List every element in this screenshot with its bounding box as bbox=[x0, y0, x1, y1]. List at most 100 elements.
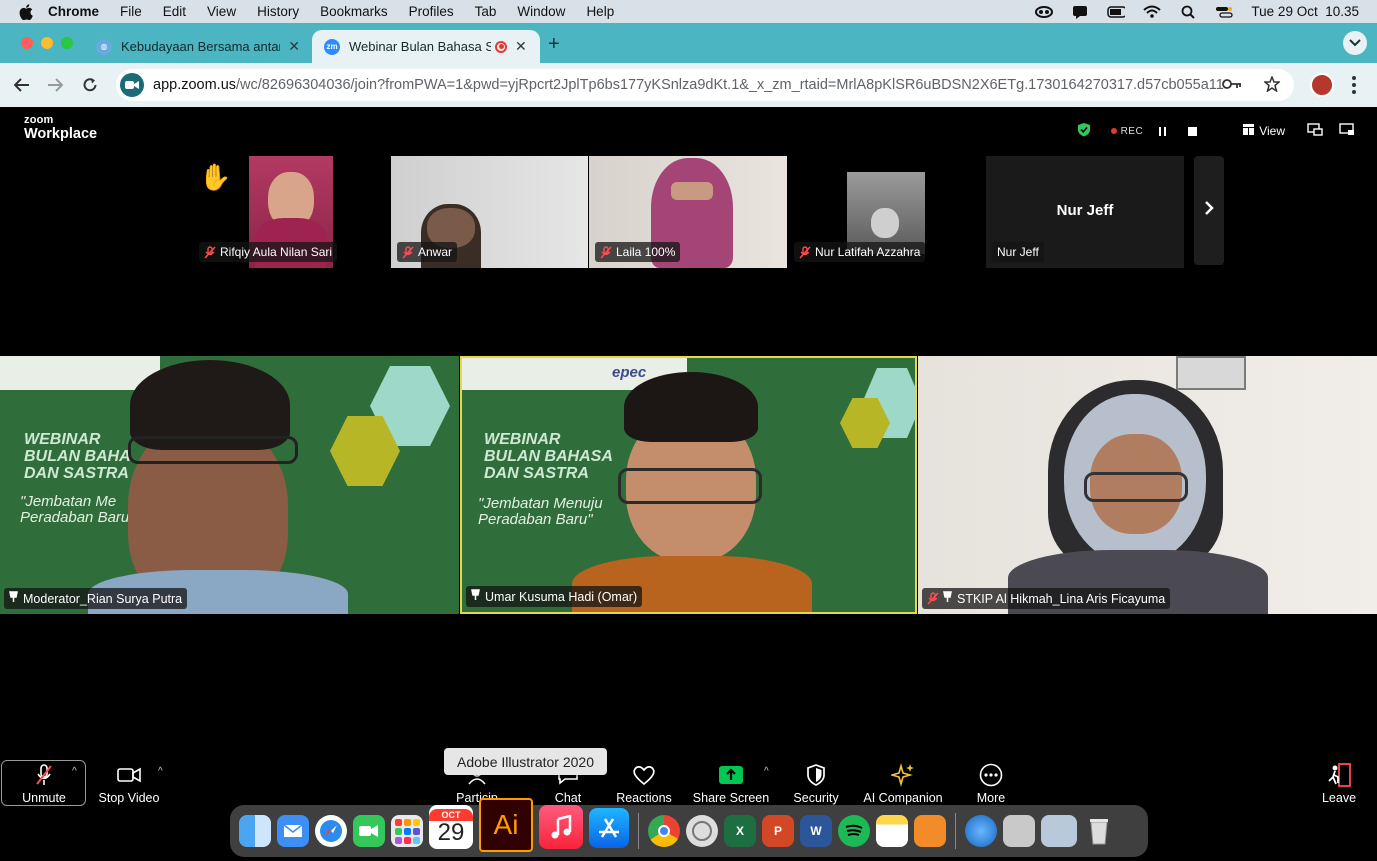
menu-tab[interactable]: Tab bbox=[475, 4, 497, 19]
pdf-app-icon[interactable] bbox=[914, 815, 946, 847]
trash-icon[interactable] bbox=[1083, 815, 1115, 847]
stop-recording-icon[interactable] bbox=[1188, 126, 1198, 136]
launchpad-icon[interactable] bbox=[391, 815, 423, 847]
document-stack-icon[interactable] bbox=[1003, 815, 1035, 847]
video-tile-lina[interactable]: STKIP Al Hikmah_Lina Aris Ficayuma bbox=[918, 356, 1377, 614]
menu-help[interactable]: Help bbox=[586, 4, 614, 19]
spotify-icon[interactable] bbox=[838, 815, 870, 847]
safari-icon[interactable] bbox=[315, 815, 347, 847]
audio-options-caret-icon[interactable]: ^ bbox=[72, 766, 77, 777]
browser-toolbar: app.zoom.us/wc/82696304036/join?fromPWA=… bbox=[0, 63, 1377, 107]
chrome-icon[interactable] bbox=[648, 815, 680, 847]
battery-icon[interactable] bbox=[1107, 5, 1126, 19]
next-page-button[interactable] bbox=[1194, 156, 1224, 265]
adobe-illustrator-icon[interactable]: Ai bbox=[479, 798, 533, 852]
quote-line: Peradaban Baru bbox=[20, 508, 130, 526]
pin-icon bbox=[9, 591, 18, 606]
menu-app-chrome[interactable]: Chrome bbox=[48, 4, 99, 19]
browser-tab-kebudayaan[interactable]: ◍ Kebudayaan Bersama antara ✕ bbox=[84, 30, 312, 63]
menu-history[interactable]: History bbox=[257, 4, 299, 19]
dock-tooltip: Adobe Illustrator 2020 bbox=[444, 748, 607, 775]
tab-search-chevron-icon[interactable] bbox=[1343, 31, 1367, 55]
participant-tile[interactable]: Laila 100% bbox=[589, 156, 787, 268]
participant-tile[interactable]: Anwar bbox=[391, 156, 588, 268]
network-globe-icon[interactable] bbox=[965, 815, 997, 847]
video-options-caret-icon[interactable]: ^ bbox=[158, 766, 163, 777]
menu-profiles[interactable]: Profiles bbox=[409, 4, 454, 19]
zoom-site-icon[interactable] bbox=[120, 73, 144, 97]
share-screen-button[interactable]: Share Screen bbox=[686, 762, 776, 805]
whatsapp-icon[interactable] bbox=[686, 815, 718, 847]
close-tab-icon[interactable]: ✕ bbox=[288, 38, 300, 55]
address-url: app.zoom.us/wc/82696304036/join?fromPWA=… bbox=[153, 77, 1225, 93]
notification-icon[interactable] bbox=[1071, 5, 1089, 19]
window-minimize-button[interactable] bbox=[41, 37, 53, 49]
participant-tile[interactable]: Nur Jeff Nur Jeff bbox=[986, 156, 1184, 268]
logo-workplace-text: Workplace bbox=[24, 126, 98, 142]
new-tab-icon[interactable]: + bbox=[548, 33, 560, 56]
participant-tile[interactable]: ✋ Rifqiy Aula Nilan Sari bbox=[193, 156, 389, 268]
address-bar[interactable]: app.zoom.us/wc/82696304036/join?fromPWA=… bbox=[116, 69, 1294, 101]
powerpoint-icon[interactable]: P bbox=[762, 815, 794, 847]
participant-name: STKIP Al Hikmah_Lina Aris Ficayuma bbox=[957, 591, 1166, 606]
excel-icon[interactable]: X bbox=[724, 815, 756, 847]
view-button[interactable]: View bbox=[1243, 124, 1285, 138]
browser-menu-icon[interactable] bbox=[1352, 76, 1356, 94]
screenshot-folder-icon[interactable] bbox=[1041, 815, 1077, 847]
window-zoom-button[interactable] bbox=[61, 37, 73, 49]
video-tile-active-speaker[interactable]: epec WEBINAR BULAN BAHASA DAN SASTRA "Je… bbox=[460, 356, 917, 614]
banner-line: WEBINAR bbox=[484, 431, 561, 448]
window-close-button[interactable] bbox=[21, 37, 33, 49]
wifi-icon[interactable] bbox=[1143, 5, 1162, 19]
control-center-icon[interactable] bbox=[1215, 5, 1234, 19]
bookmark-star-icon[interactable] bbox=[1263, 74, 1281, 96]
apple-icon[interactable] bbox=[18, 3, 34, 20]
close-tab-icon[interactable]: ✕ bbox=[515, 38, 527, 55]
quote-line: "Jembatan Me bbox=[20, 493, 117, 510]
reactions-label: Reactions bbox=[616, 791, 672, 805]
share-options-caret-icon[interactable]: ^ bbox=[764, 766, 769, 777]
back-arrow-icon[interactable] bbox=[12, 75, 32, 95]
fullscreen-icon[interactable] bbox=[1339, 123, 1355, 139]
menu-file[interactable]: File bbox=[120, 4, 142, 19]
ai-companion-button[interactable]: AI Companion bbox=[858, 762, 948, 805]
video-tile-moderator[interactable]: WEBINAR BULAN BAHA DAN SASTRA "Jembatan … bbox=[0, 356, 459, 614]
leave-button[interactable]: Leave bbox=[1294, 762, 1377, 805]
app-store-icon[interactable] bbox=[589, 808, 629, 848]
pin-icon bbox=[471, 589, 480, 604]
notes-icon[interactable] bbox=[876, 815, 908, 847]
word-icon[interactable]: W bbox=[800, 815, 832, 847]
encryption-shield-icon[interactable] bbox=[1077, 122, 1091, 140]
picture-in-picture-icon[interactable] bbox=[1307, 123, 1323, 139]
security-button[interactable]: Security bbox=[771, 762, 861, 805]
profile-avatar[interactable] bbox=[1310, 73, 1334, 97]
reload-icon[interactable] bbox=[80, 75, 100, 95]
pin-icon bbox=[943, 591, 952, 606]
menu-window[interactable]: Window bbox=[517, 4, 565, 19]
menu-edit[interactable]: Edit bbox=[163, 4, 186, 19]
forward-arrow-icon[interactable] bbox=[45, 75, 65, 95]
facetime-icon[interactable] bbox=[353, 815, 385, 847]
video-camera-icon bbox=[117, 762, 141, 788]
music-icon[interactable] bbox=[539, 805, 583, 849]
creative-cloud-icon[interactable] bbox=[1035, 5, 1054, 19]
mail-icon[interactable] bbox=[277, 815, 309, 847]
menu-view[interactable]: View bbox=[207, 4, 236, 19]
url-path: /wc/82696304036/join?fromPWA=1&pwd=yjRpc… bbox=[236, 77, 1225, 93]
password-key-icon[interactable] bbox=[1222, 77, 1242, 95]
leave-label: Leave bbox=[1321, 791, 1357, 805]
rec-label: REC bbox=[1120, 125, 1144, 137]
reactions-button[interactable]: Reactions bbox=[599, 762, 689, 805]
more-button[interactable]: More bbox=[946, 762, 1036, 805]
participant-center-name: Nur Jeff bbox=[1056, 202, 1114, 219]
banner-line: DAN SASTRA bbox=[24, 464, 129, 482]
finder-icon[interactable] bbox=[239, 815, 271, 847]
menu-bookmarks[interactable]: Bookmarks bbox=[320, 4, 388, 19]
browser-tab-webinar[interactable]: zm Webinar Bulan Bahasa STKIP ✕ bbox=[312, 30, 540, 63]
calendar-icon[interactable]: OCT 29 bbox=[429, 805, 473, 849]
speaker-video bbox=[1008, 380, 1268, 614]
spotlight-search-icon[interactable] bbox=[1179, 5, 1197, 19]
menubar-clock[interactable]: Tue 29 Oct 10.35 bbox=[1251, 4, 1359, 19]
participant-tile[interactable]: Nur Latifah Azzahra bbox=[788, 156, 984, 268]
pause-recording-icon[interactable] bbox=[1159, 126, 1167, 136]
